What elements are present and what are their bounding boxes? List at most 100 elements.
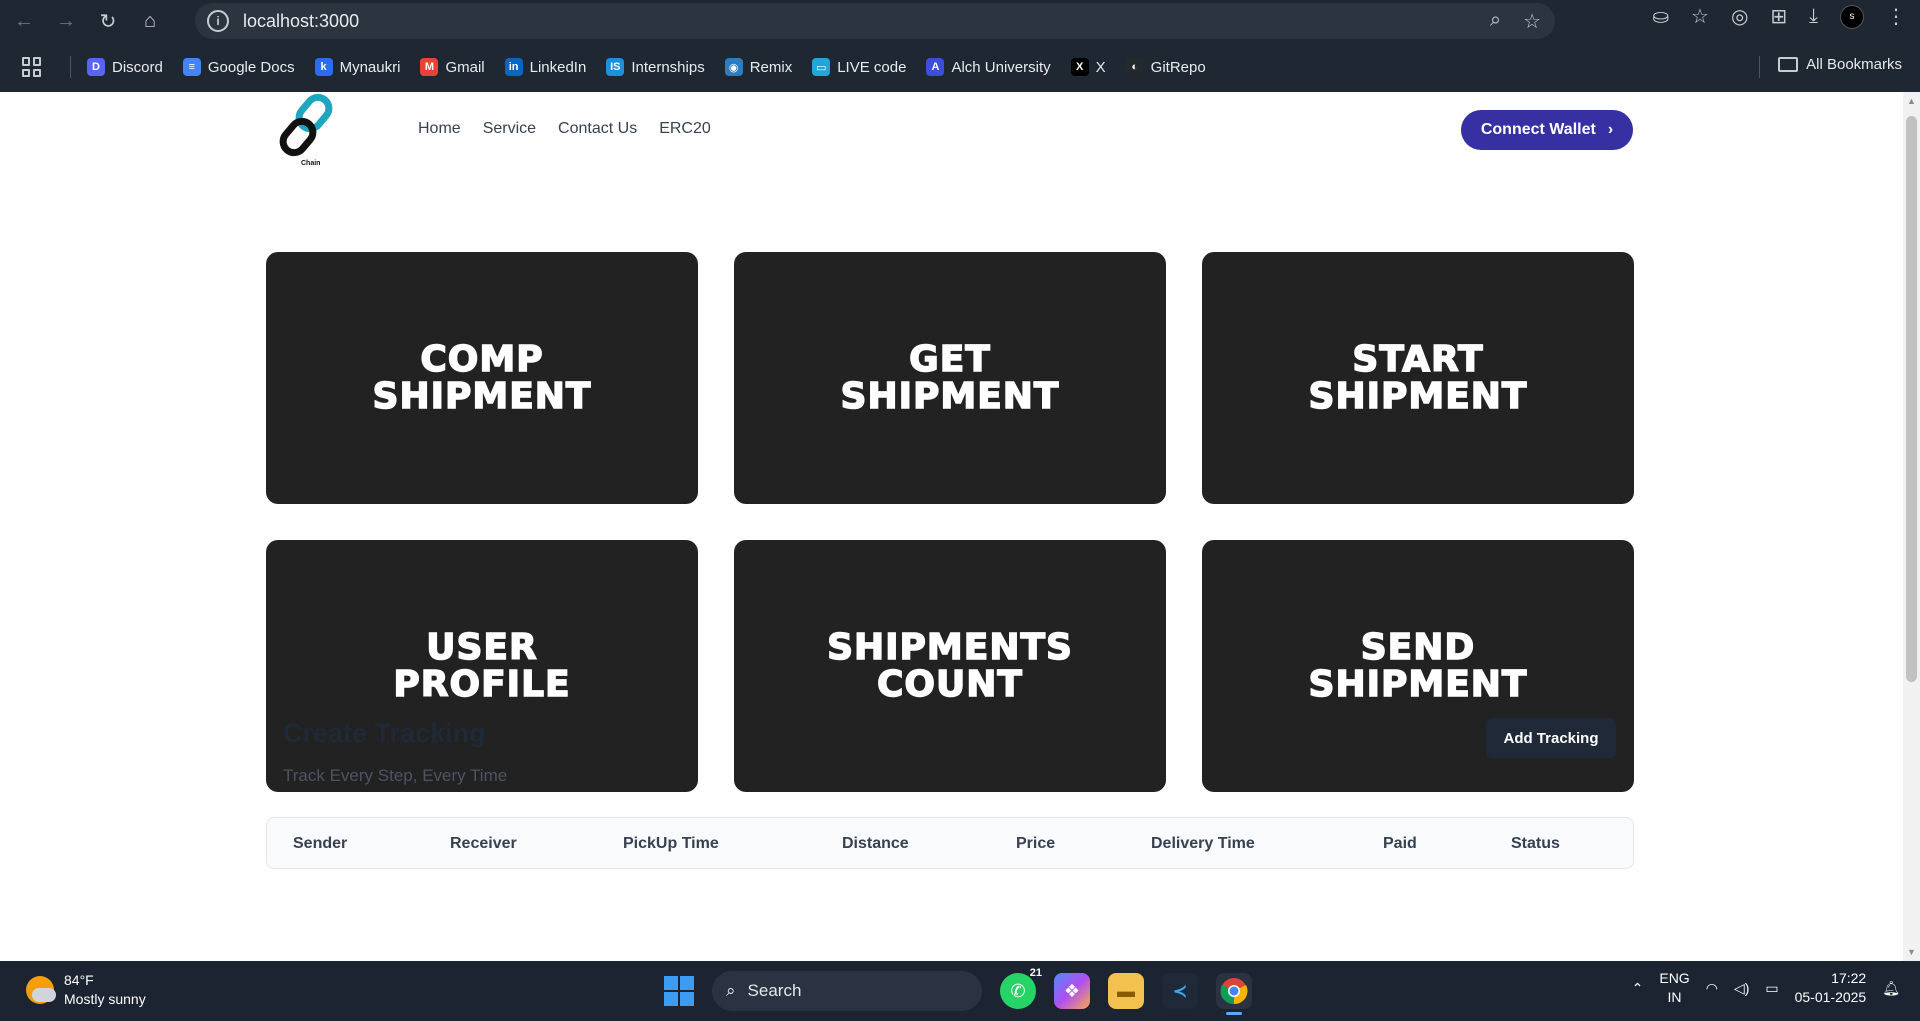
bookmark-discord[interactable]: D Discord [87,58,163,76]
internships-icon: IS [606,58,625,76]
column-header-delivery-time: Delivery Time [1151,835,1255,852]
bookmark-google-docs[interactable]: ≡ Google Docs [182,58,295,76]
apps-grid-icon[interactable] [22,57,42,77]
card-get-shipment[interactable]: GET SHIPMENT [734,252,1166,504]
profile-avatar[interactable]: s [1840,4,1864,29]
all-bookmarks-label: All Bookmarks [1806,56,1902,73]
site-info-icon[interactable]: i [207,10,229,32]
logo-text: Chain [301,160,321,167]
card-user-profile[interactable]: USER PROFILE [266,540,698,792]
favorites-icon[interactable]: ☆ [1691,4,1709,29]
url-text[interactable]: localhost:3000 [243,11,359,32]
home-icon[interactable]: ⌂ [132,3,168,39]
card-title: GET SHIPMENT [840,339,1060,417]
menu-icon[interactable]: ⋮ [1886,4,1906,29]
card-title: COMP SHIPMENT [372,339,592,417]
column-header-paid: Paid [1383,835,1417,852]
bookmarks-divider [1759,56,1760,78]
bookmark-label: LIVE code [837,58,907,76]
bookmark-label: Remix [749,58,793,76]
nav-erc20[interactable]: ERC20 [659,120,711,138]
card-shipments-count[interactable]: SHIPMENTS COUNT [734,540,1166,792]
bookmark-linkedin[interactable]: in LinkedIn [504,58,587,76]
card-title: USER PROFILE [393,627,571,705]
chrome-icon[interactable] [1216,973,1252,1015]
vscode-icon[interactable]: ≺ [1162,973,1198,1009]
card-comp-shipment[interactable]: COMP SHIPMENT [266,252,698,504]
bookmark-label: LinkedIn [529,58,587,76]
chevron-right-icon: › [1607,121,1614,138]
notification-bell-icon[interactable]: 🔔︎ [1882,980,1900,997]
column-header-sender: Sender [293,835,348,852]
bookmark-alch-university[interactable]: A Alch University [926,58,1051,76]
bookmark-label: Alch University [951,58,1051,76]
tracking-subtitle: Track Every Step, Every Time [283,766,508,785]
search-icon: ⌕ [726,981,736,1000]
volume-icon[interactable]: ◁) [1734,980,1749,997]
bookmark-list: D Discord ≡ Google Docs k Mynaukri M Gmail in Lin… [87,58,1226,76]
page-scrollbar[interactable]: ▲ ▼ [1903,92,1920,961]
nav-contact-us[interactable]: Contact Us [558,120,637,138]
translate-icon[interactable]: ⊞ [1770,4,1787,29]
incognito-icon[interactable]: ⛀ [1652,4,1669,29]
gmail-icon: M [420,58,439,76]
add-tracking-button[interactable]: Add Tracking [1486,718,1616,758]
browser-toolbar: ← → ↻ ⌂ i localhost:3000 ⌕ ☆ ⛀ ☆ ◎ ⊞ ⤓ s… [0,0,1920,42]
search-placeholder: Search [747,981,802,1000]
start-icon[interactable] [664,976,694,1006]
zoom-icon[interactable]: ⌕ [1490,9,1501,34]
taskbar-search[interactable]: ⌕ Search [712,971,982,1011]
download-icon[interactable]: ⤓ [1809,5,1818,28]
language-code: ENG [1659,970,1690,986]
language-indicator[interactable]: ENG IN [1659,969,1689,1007]
scroll-up-icon[interactable]: ▲ [1907,96,1916,106]
bookmark-internships[interactable]: IS Internships [606,58,705,76]
connect-wallet-label: Connect Wallet [1480,121,1596,138]
clock[interactable]: 17:22 05-01-2025 [1795,969,1867,1007]
bookmark-label: X [1095,58,1106,76]
bookmarks-bar: D Discord ≡ Google Docs k Mynaukri M Gmail in Lin… [0,42,1920,92]
battery-icon[interactable]: ▭ [1765,980,1778,997]
bookmarks-divider [70,56,71,78]
wifi-icon[interactable]: ◠ [1706,980,1718,997]
bookmark-label: GitRepo [1150,58,1206,76]
all-bookmarks-button[interactable]: All Bookmarks [1778,56,1902,73]
bookmark-gitrepo[interactable]: ◐ GitRepo [1125,58,1206,76]
nav-service[interactable]: Service [483,120,536,138]
address-bar[interactable]: i localhost:3000 ⌕ ☆ [195,3,1555,39]
bookmark-live-code[interactable]: ▭ LIVE code [812,58,906,76]
gitrepo-icon: ◐ [1125,58,1144,76]
column-header-pickup-time: PickUp Time [623,835,719,852]
live-code-icon: ▭ [812,58,831,76]
scroll-thumb[interactable] [1906,116,1917,682]
clock-date: 05-01-2025 [1794,989,1867,1005]
copilot-icon[interactable]: ❖ [1054,973,1090,1009]
google-docs-icon: ≡ [182,58,201,76]
tracking-title: Create Tracking [283,718,486,748]
bookmark-gmail[interactable]: M Gmail [420,58,485,76]
remix-icon: ◉ [724,58,743,76]
bookmark-x[interactable]: XX [1070,58,1106,76]
weather-temp: 84°F [64,972,94,988]
card-start-shipment[interactable]: START SHIPMENT [1202,252,1634,504]
column-header-price: Price [1016,835,1056,852]
back-icon[interactable]: ← [6,3,42,39]
scroll-down-icon[interactable]: ▼ [1907,947,1916,957]
chevron-up-icon[interactable]: ⌃ [1632,980,1644,997]
reload-icon[interactable]: ↻ [90,3,126,39]
weather-widget[interactable]: 84°F Mostly sunny [26,971,146,1009]
weather-icon [26,976,56,1004]
screenshot-icon[interactable]: ◎ [1731,4,1748,29]
weather-desc: Mostly sunny [64,991,146,1007]
bookmark-remix[interactable]: ◉ Remix [724,58,793,76]
linkedin-icon: in [504,58,523,76]
connect-wallet-button[interactable]: Connect Wallet › [1461,110,1633,150]
whatsapp-icon[interactable]: ✆ 21 [1000,967,1042,1009]
bookmark-star-icon[interactable]: ☆ [1523,9,1541,34]
nav-home[interactable]: Home [418,120,461,138]
file-explorer-icon[interactable]: ▬ [1108,973,1144,1009]
card-title: START SHIPMENT [1308,339,1528,417]
notification-badge: 21 [1029,967,1042,979]
bookmark-mynaukri[interactable]: k Mynaukri [314,58,400,76]
forward-icon[interactable]: → [48,3,84,39]
